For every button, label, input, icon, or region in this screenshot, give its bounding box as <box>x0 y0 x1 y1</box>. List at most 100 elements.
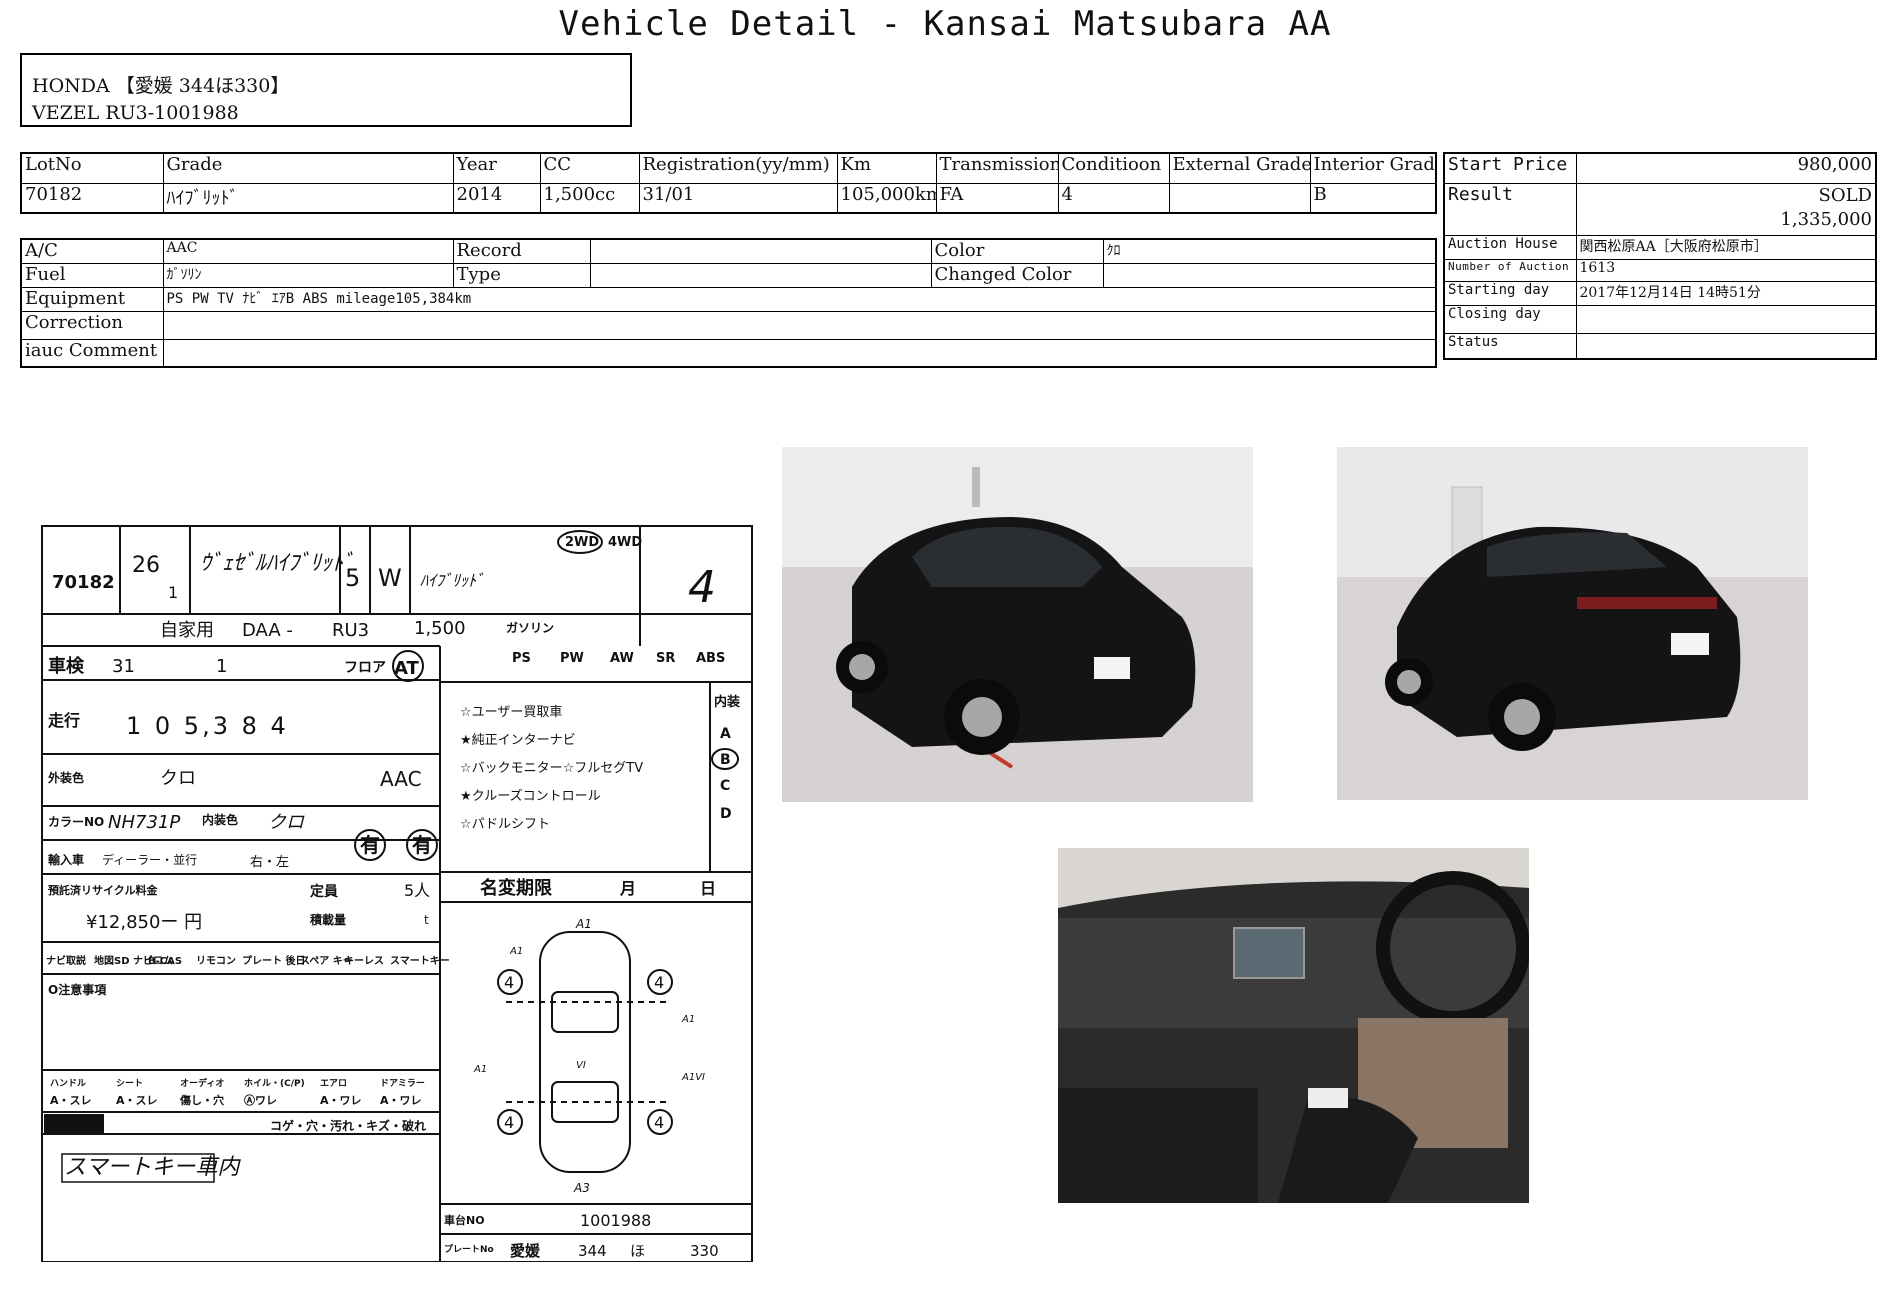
sheet-parts-v3: 傷し・穴 <box>179 1093 224 1107</box>
vehicle-summary-box: HONDA 【愛媛 344ほ330】 VEZEL RU3-1001988 <box>20 53 632 127</box>
sheet-equip-abs: ABS <box>696 651 725 666</box>
status-value <box>1575 332 1877 360</box>
main-info-table: LotNo Grade Year CC Registration(yy/mm) … <box>20 152 1437 214</box>
detail-table: A/C AAC Record Color ｸﾛ Fuel ｶﾞｿﾘﾝ Type … <box>20 238 1437 368</box>
correction-value <box>162 310 1437 340</box>
sheet-interior-color: クロ <box>268 812 305 833</box>
sheet-shaken-label: 車検 <box>48 655 85 677</box>
sheet-first-reg-month: 1 <box>168 583 178 602</box>
sheet-interior-d: D <box>720 806 732 822</box>
result-status: SOLD <box>1818 184 1872 206</box>
sheet-interior-label: 内装 <box>714 694 740 710</box>
closing-day-label: Closing day <box>1443 304 1577 334</box>
header-grade: Grade <box>162 152 454 184</box>
equipment-value: PS PW TV ﾅﾋﾞ ｴｱB ABS mileage105,384km <box>162 286 1437 312</box>
sheet-option-3: B-CAS <box>148 956 182 967</box>
sheet-color-label: 外装色 <box>48 770 84 785</box>
sheet-day-label: 日 <box>700 879 716 898</box>
sheet-parts-h1: ハンドル <box>50 1078 86 1089</box>
value-lotno: 70182 <box>20 182 164 214</box>
status-label: Status <box>1443 332 1577 360</box>
value-registration: 31/01 <box>638 182 838 214</box>
comment-label: iauc Comment <box>20 338 164 368</box>
sheet-use: 自家用 <box>160 620 214 641</box>
start-price-label: Start Price <box>1443 152 1577 184</box>
value-external-grade <box>1168 182 1311 214</box>
changed-color-value <box>1102 262 1437 288</box>
sheet-chassis-no: 1001988 <box>580 1211 651 1230</box>
sheet-shaken-year: 31 <box>112 656 135 677</box>
starting-day-label: Starting day <box>1443 280 1577 306</box>
main-table-value-row: 70182 ﾊｲﾌﾞﾘｯﾄﾞ 2014 1,500cc 31/01 105,00… <box>20 182 1437 214</box>
sheet-equip-ps: PS <box>512 651 531 666</box>
sheet-plate-kana: ほ <box>630 1242 645 1260</box>
diagram-mark-6: VI <box>576 1060 586 1071</box>
record-label: Record <box>452 238 591 264</box>
sheet-parts-h4: ホイル・(C/P) <box>244 1078 305 1089</box>
sheet-parts-h3: オーディオ <box>180 1077 224 1089</box>
sheet-floor: フロア <box>344 660 386 676</box>
header-lotno: LotNo <box>20 152 164 184</box>
diagram-mark-4: A1 <box>681 1014 695 1025</box>
sheet-color: クロ <box>160 768 196 789</box>
header-condition: Conditioon <box>1057 152 1170 184</box>
sheet-parts-h2: シート <box>116 1078 143 1089</box>
sheet-color-no: NH731P <box>108 812 180 833</box>
sheet-shape: W <box>378 564 402 592</box>
sheet-import-value: ディーラー・並行 <box>102 852 197 867</box>
sheet-option-5: プレート 後日 <box>242 954 305 967</box>
sheet-option-1: ナビ取説 <box>46 954 86 967</box>
sheet-option-4: リモコン <box>196 955 236 967</box>
sheet-car-name: ｳﾞｪｾﾞﾙﾊｲﾌﾞﾘｯﾄﾞ <box>200 551 354 576</box>
sheet-recycle: ¥12,850ー 円 <box>86 912 202 933</box>
interior-photo <box>1058 848 1529 1203</box>
tire-mark-rr: 4 <box>654 1113 664 1132</box>
rear-three-quarter-photo <box>1337 447 1808 800</box>
sheet-recycle-label: 預託済リサイクル料金 <box>48 883 158 897</box>
starting-day-value: 2017年12月14日 14時51分 <box>1575 280 1877 306</box>
closing-day-value <box>1575 304 1877 334</box>
sheet-warranty: 有 <box>360 833 380 857</box>
tire-mark-fl: 4 <box>504 973 514 992</box>
header-interior-grade: Interior Grade <box>1309 152 1437 184</box>
header-external-grade: External Grade <box>1168 152 1311 184</box>
value-year: 2014 <box>452 182 541 214</box>
sheet-plate-label: プレートNo <box>444 1243 494 1255</box>
sheet-handle-value: 右・左 <box>250 855 289 870</box>
ac-value: AAC <box>162 238 454 264</box>
sheet-grade: ﾊｲﾌﾞﾘｯﾄﾞ <box>420 571 484 590</box>
sheet-equip-pw: PW <box>560 651 584 666</box>
sheet-parts-v5: A・ワレ <box>320 1094 362 1107</box>
car-damage-diagram <box>497 931 673 1173</box>
comment-value <box>162 338 1437 368</box>
sheet-import-label: 輸入車 <box>48 852 84 867</box>
sheet-parts-v4: Ⓐワレ <box>244 1093 277 1107</box>
diagram-mark-1: A1 <box>575 917 592 931</box>
color-label: Color <box>930 238 1104 264</box>
sheet-interior-b: B <box>720 752 731 768</box>
color-value: ｸﾛ <box>1102 238 1437 264</box>
sheet-sales-point-1: ☆ユーザー買取車 <box>460 705 562 720</box>
result-label: Result <box>1443 182 1577 236</box>
sheet-score: 4 <box>688 562 716 613</box>
sheet-equip-aw: AW <box>610 651 634 666</box>
sheet-manual: 有 <box>412 833 432 857</box>
sheet-name-change: 名変期限 <box>480 877 553 899</box>
sheet-first-reg-year: 26 <box>132 553 160 578</box>
value-cc: 1,500cc <box>539 182 640 214</box>
sheet-lot-no: 70182 <box>52 572 115 593</box>
sheet-parts-v6: A・ワレ <box>380 1094 422 1107</box>
sheet-ac: AAC <box>380 767 422 791</box>
diagram-mark-2: A1 <box>509 946 523 957</box>
type-value <box>589 262 932 288</box>
sheet-plate-number: 330 <box>690 1242 719 1260</box>
sheet-mileage-label: 走行 <box>47 711 80 730</box>
sheet-chassis-no-label: 車台NO <box>444 1213 485 1227</box>
value-grade: ﾊｲﾌﾞﾘｯﾄﾞ <box>162 182 454 214</box>
sheet-sales-point-2: ★純正インターナビ <box>460 733 576 748</box>
sheet-option-8: スマートキー <box>390 955 450 967</box>
header-transmission: Transmission <box>935 152 1059 184</box>
result-value: SOLD 1,335,000 <box>1575 182 1877 236</box>
sheet-sales-point-3: ☆バックモニター☆フルセグTV <box>460 761 643 776</box>
sheet-parts-h5: エアロ <box>320 1078 347 1089</box>
